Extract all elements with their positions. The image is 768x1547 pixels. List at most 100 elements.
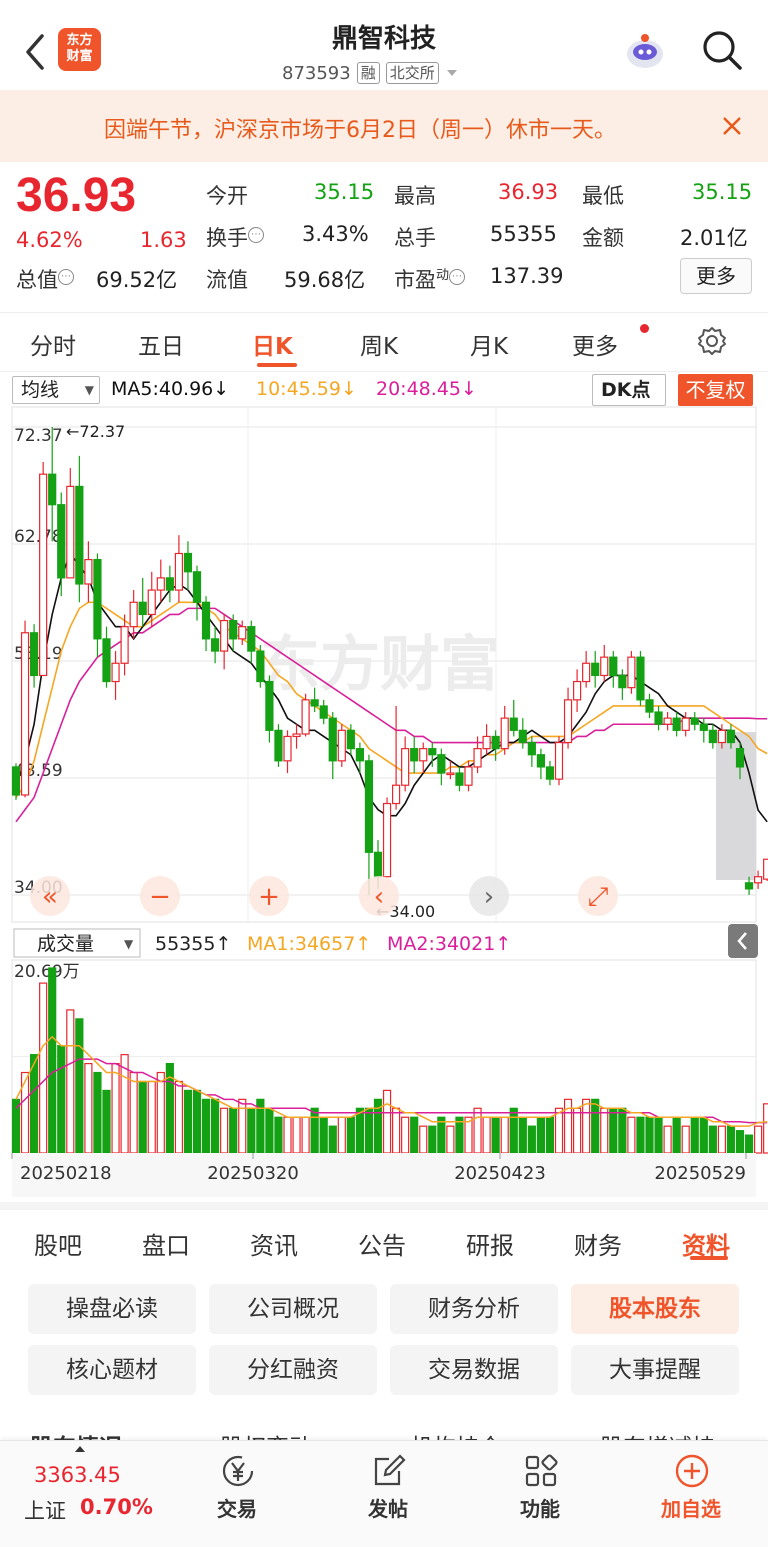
volume-bar xyxy=(310,1107,319,1154)
volume-bar xyxy=(663,1125,672,1154)
nav-trade[interactable]: 交易 xyxy=(177,1441,297,1541)
volume-bar xyxy=(274,1116,283,1154)
tab-pankou[interactable]: 盘口 xyxy=(142,1226,190,1261)
volume-bar xyxy=(364,1107,374,1154)
candle-body xyxy=(39,473,48,677)
search-icon[interactable] xyxy=(700,28,744,72)
candle-body xyxy=(20,632,30,796)
date-axis-bg xyxy=(12,1153,756,1197)
tab-announcements[interactable]: 公告 xyxy=(358,1226,406,1261)
volume-bar xyxy=(328,1125,337,1154)
no-adjust-button[interactable]: 不复权 xyxy=(678,374,753,406)
tab-daily-k[interactable]: 日K xyxy=(252,327,293,361)
index-ticker[interactable]: 3363.45 上证 0.70% xyxy=(20,1441,160,1541)
volume-bar xyxy=(156,1071,165,1154)
volume-bar xyxy=(672,1116,681,1154)
volume-bar xyxy=(582,1098,591,1154)
close-icon[interactable] xyxy=(722,116,742,136)
volume-bar xyxy=(763,1103,768,1154)
candle-body xyxy=(763,858,768,880)
settings-gear-icon[interactable] xyxy=(696,325,728,357)
candle-body xyxy=(346,729,355,750)
volume-bar xyxy=(455,1116,464,1154)
tab-news[interactable]: 资讯 xyxy=(250,1226,298,1261)
tab-intraday[interactable]: 分时 xyxy=(30,327,76,361)
collapse-panel-button[interactable] xyxy=(728,924,758,958)
ma10-value: 10:45.59↓ xyxy=(256,378,357,400)
info-icon[interactable]: ⋯ xyxy=(58,269,74,285)
candle-body xyxy=(147,589,156,616)
volume-bar xyxy=(111,1062,120,1154)
nav-functions[interactable]: 功能 xyxy=(480,1441,600,1541)
high-value: 36.93 xyxy=(498,180,559,204)
grid-button-company-overview[interactable]: 公司概况 xyxy=(209,1284,377,1334)
grid-button-dividend-financing[interactable]: 分红融资 xyxy=(209,1345,377,1395)
grid-button-core-themes[interactable]: 核心题材 xyxy=(28,1345,196,1395)
candle-body xyxy=(410,748,419,762)
tab-weekly-k[interactable]: 周K xyxy=(360,327,398,361)
candle-body xyxy=(373,851,383,878)
active-tab-underline xyxy=(690,1256,728,1260)
candle-body xyxy=(201,601,211,640)
grid-button-must-read[interactable]: 操盘必读 xyxy=(28,1284,196,1334)
tab-more[interactable]: 更多 xyxy=(572,327,618,361)
index-value: 3363.45 xyxy=(34,1463,121,1487)
date-axis: 20250218 20250320 20250423 20250529 xyxy=(11,1153,756,1197)
grid-button-events[interactable]: 大事提醒 xyxy=(571,1345,739,1395)
next-button-icon: › xyxy=(484,882,494,912)
nav-post[interactable]: 发帖 xyxy=(328,1441,448,1541)
volume-bar xyxy=(57,1045,66,1154)
tab-guba[interactable]: 股吧 xyxy=(34,1226,82,1261)
date-tick-label: 20250320 xyxy=(207,1163,299,1184)
candle-body xyxy=(600,656,609,677)
volume-bar xyxy=(509,1107,518,1154)
candle-body xyxy=(93,558,102,640)
candle-body xyxy=(265,680,274,731)
tab-monthly-k[interactable]: 月K xyxy=(470,327,508,361)
volume-bar xyxy=(618,1107,627,1154)
ma5-value: MA5:40.96↓ xyxy=(111,378,230,400)
more-quote-button[interactable]: 更多 xyxy=(680,258,752,294)
info-icon[interactable]: ⋯ xyxy=(449,269,466,285)
info-icon[interactable]: ⋯ xyxy=(248,227,264,243)
amount-label: 金额 xyxy=(582,226,624,250)
candle-body xyxy=(247,626,256,652)
assistant-robot-icon[interactable] xyxy=(622,30,668,72)
dropdown-triangle-icon[interactable] xyxy=(445,68,459,78)
candle-body xyxy=(618,674,627,689)
ma-indicator-select[interactable]: 均线 ▼ xyxy=(12,376,100,404)
change-percent: 4.62% xyxy=(16,228,83,252)
candle-body xyxy=(681,717,690,731)
nav-add-watchlist[interactable]: 加自选 xyxy=(631,1441,751,1541)
volume-bar xyxy=(183,1089,193,1154)
tab-research[interactable]: 研报 xyxy=(466,1226,514,1261)
volume-bar xyxy=(201,1098,211,1154)
index-name: 上证 xyxy=(24,1499,66,1523)
grid-button-share-capital[interactable]: 股本股东 xyxy=(571,1284,739,1334)
volume-bar xyxy=(66,1009,75,1154)
dk-point-button[interactable]: DK点 xyxy=(592,374,666,406)
volume-bar xyxy=(428,1125,437,1154)
candle-body xyxy=(401,748,410,786)
candle-body xyxy=(491,735,500,750)
plus-circle-icon xyxy=(675,1454,709,1488)
volume-bar xyxy=(545,1116,555,1154)
kline-chart[interactable]: 72.3762.7853.1943.5934.00 东方财富 ←72.37←34… xyxy=(0,405,768,1200)
candle-body xyxy=(536,754,546,768)
prev-button-icon: ‹ xyxy=(374,882,384,912)
candle-body xyxy=(690,717,699,725)
volume-bar xyxy=(419,1125,428,1154)
volume-bar xyxy=(211,1098,220,1154)
candle-body xyxy=(726,729,736,744)
tab-five-day[interactable]: 五日 xyxy=(138,327,184,361)
candle-body xyxy=(572,680,582,701)
candle-body xyxy=(735,748,745,768)
volume-bar xyxy=(410,1116,419,1154)
grid-button-financial-analysis[interactable]: 财务分析 xyxy=(390,1284,558,1334)
candle-body xyxy=(319,705,328,719)
grid-button-trade-data[interactable]: 交易数据 xyxy=(390,1345,558,1395)
tab-finance[interactable]: 财务 xyxy=(574,1226,622,1261)
period-tabs: 分时 五日 日K 周K 月K 更多 xyxy=(0,312,768,372)
market-cap-label-text: 总值 xyxy=(16,268,58,292)
edit-icon xyxy=(374,1454,406,1486)
